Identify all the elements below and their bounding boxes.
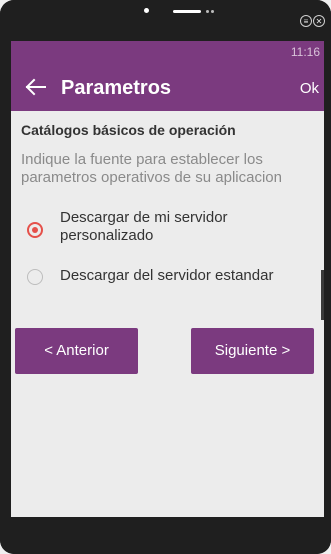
speaker-grille — [173, 10, 201, 13]
device-frame: ≡ ✕ 11:16 Parametros Ok Catálogos básico… — [0, 0, 331, 554]
sensor-dot — [211, 10, 214, 13]
ok-button[interactable]: Ok — [300, 80, 319, 97]
scrollbar[interactable] — [321, 270, 324, 320]
page-title: Parametros — [61, 77, 172, 99]
radio-unselected-icon[interactable] — [27, 269, 43, 285]
previous-button[interactable]: < Anterior — [15, 328, 138, 374]
app-bar: Parametros Ok — [11, 63, 324, 111]
radio-selected-icon[interactable] — [27, 222, 43, 238]
section-title: Catálogos básicos de operación — [21, 122, 236, 138]
arrow-left-icon[interactable] — [23, 74, 49, 100]
menu-icon[interactable]: ≡ — [300, 15, 312, 27]
status-bar: 11:16 — [11, 41, 324, 63]
device-bottom-bezel — [0, 517, 331, 554]
next-button[interactable]: Siguiente > — [191, 328, 314, 374]
close-icon[interactable]: ✕ — [313, 15, 325, 27]
option-label: Descargar de mi servidor personalizado — [60, 209, 228, 244]
description-text: Indique la fuente para establecer los pa… — [21, 151, 282, 186]
option-label: Descargar del servidor estandar — [60, 267, 274, 284]
sensor-dot — [206, 10, 209, 13]
camera-dot — [144, 8, 149, 13]
device-top-bezel: ≡ ✕ — [0, 0, 331, 41]
app-screen: 11:16 Parametros Ok Catálogos básicos de… — [11, 41, 324, 517]
status-time: 11:16 — [290, 45, 320, 59]
